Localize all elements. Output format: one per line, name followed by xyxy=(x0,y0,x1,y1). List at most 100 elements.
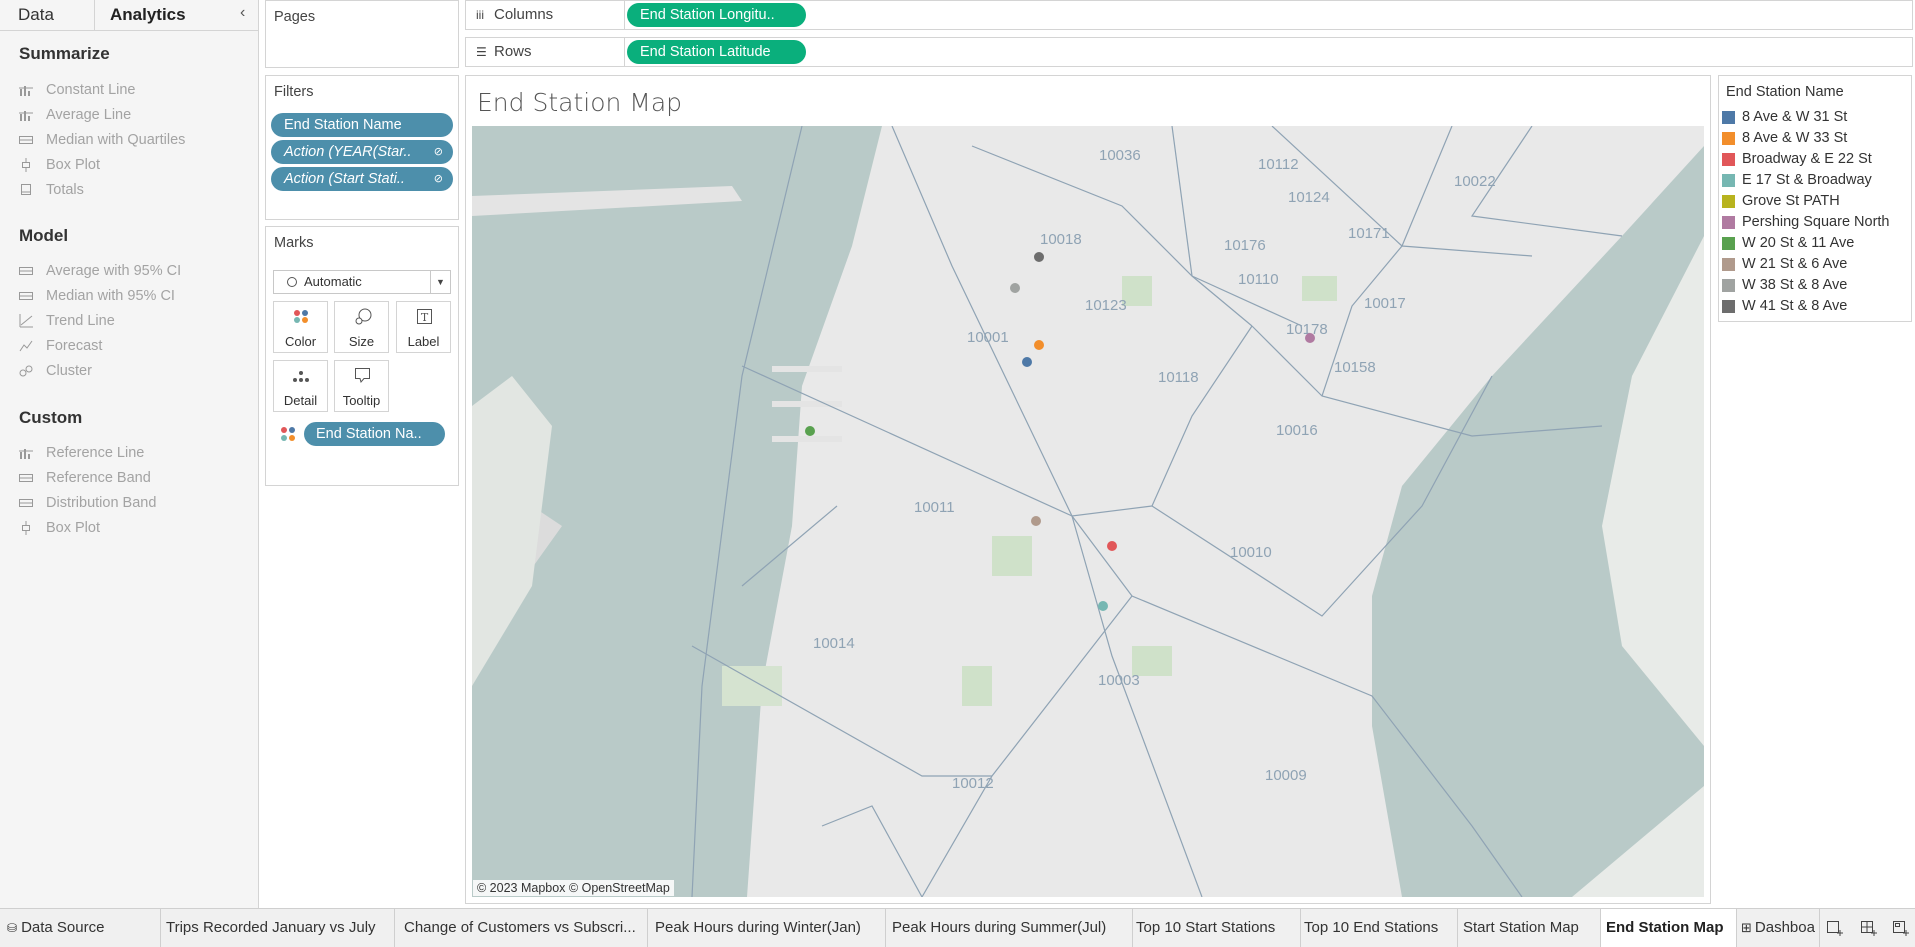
columns-shelf[interactable]: iii Columns End Station Longitu.. xyxy=(465,0,1913,30)
tab-peak-winter[interactable]: Peak Hours during Winter(Jan) xyxy=(648,909,886,947)
pages-shelf[interactable]: Pages xyxy=(265,0,459,68)
station-mark-w-38-st-8-ave[interactable] xyxy=(1010,283,1020,293)
item-label: Box Plot xyxy=(46,157,100,173)
filters-shelf[interactable]: Filters End Station Name Action (YEAR(St… xyxy=(265,75,459,220)
bar-line-icon xyxy=(19,83,33,97)
new-worksheet-icon[interactable] xyxy=(1826,919,1844,937)
color-button[interactable]: Color xyxy=(273,301,328,353)
legend-item[interactable]: 8 Ave & W 31 St xyxy=(1722,107,1847,127)
tab-dashboard[interactable]: ⊞ Dashboa xyxy=(1737,909,1820,947)
zip-label: 10176 xyxy=(1224,237,1266,254)
median-quartiles-item[interactable]: Median with Quartiles xyxy=(19,130,185,150)
zip-label: 10112 xyxy=(1258,156,1299,173)
station-mark-w-20-st-11-ave[interactable] xyxy=(805,426,815,436)
legend-item[interactable]: 8 Ave & W 33 St xyxy=(1722,128,1847,148)
map-canvas[interactable]: 10036 10112 10124 10022 10018 10176 1017… xyxy=(472,126,1704,897)
columns-label: iii Columns xyxy=(476,1,553,29)
park xyxy=(992,536,1032,576)
item-label: Average Line xyxy=(46,107,132,123)
legend-item[interactable]: W 38 St & 8 Ave xyxy=(1722,275,1847,295)
station-mark-broadway-e-22-st[interactable] xyxy=(1107,541,1117,551)
band-icon xyxy=(19,496,33,510)
new-dashboard-icon[interactable] xyxy=(1860,919,1878,937)
tab-start-station-map[interactable]: Start Station Map xyxy=(1458,909,1601,947)
color-pill-end-station-name[interactable]: End Station Na.. xyxy=(304,422,445,446)
shelf-divider xyxy=(624,1,625,29)
svg-text:T: T xyxy=(421,311,429,324)
zip-label: 10171 xyxy=(1348,225,1390,242)
forecast-item[interactable]: Forecast xyxy=(19,336,102,356)
tab-analytics[interactable]: Analytics xyxy=(110,0,186,31)
legend-swatch xyxy=(1722,299,1735,313)
station-mark-pershing-square-north[interactable] xyxy=(1305,333,1315,343)
mark-type-dropdown[interactable]: Automatic ▼ xyxy=(273,270,451,294)
cluster-icon xyxy=(19,364,33,378)
chevron-left-icon[interactable]: ‹ xyxy=(240,4,245,22)
legend-item[interactable]: Grove St PATH xyxy=(1722,191,1840,211)
color-legend: End Station Name 8 Ave & W 31 St 8 Ave & … xyxy=(1718,75,1912,322)
legend-item[interactable]: W 21 St & 6 Ave xyxy=(1722,254,1847,274)
filter-pill-end-station-name[interactable]: End Station Name xyxy=(271,113,453,137)
chevron-down-icon[interactable]: ▼ xyxy=(430,271,450,293)
tab-end-station-map[interactable]: End Station Map xyxy=(1601,909,1737,947)
detail-button[interactable]: Detail xyxy=(273,360,328,412)
filters-title: Filters xyxy=(274,84,314,100)
detail-label: Detail xyxy=(283,393,318,408)
tab-trips-recorded[interactable]: Trips Recorded January vs July xyxy=(161,909,395,947)
station-mark-8-ave-w-31-st[interactable] xyxy=(1022,357,1032,367)
box-plot-item[interactable]: Box Plot xyxy=(19,155,100,175)
zip-label: 10001 xyxy=(967,329,1009,346)
label-button[interactable]: T Label xyxy=(396,301,451,353)
legend-item[interactable]: W 41 St & 8 Ave xyxy=(1722,296,1847,316)
item-label: Forecast xyxy=(46,338,103,354)
legend-swatch xyxy=(1722,131,1735,145)
tab-top10-start[interactable]: Top 10 Start Stations xyxy=(1133,909,1301,947)
new-story-icon[interactable] xyxy=(1892,919,1910,937)
average-ci-item[interactable]: Average with 95% CI xyxy=(19,261,181,281)
legend-item[interactable]: Broadway & E 22 St xyxy=(1722,149,1872,169)
legend-swatch xyxy=(1722,194,1735,208)
distribution-band-item[interactable]: Distribution Band xyxy=(19,493,156,513)
tab-data-source[interactable]: ⛁ Data Source xyxy=(0,909,161,947)
legend-item[interactable]: W 20 St & 11 Ave xyxy=(1722,233,1854,253)
map-view[interactable]: 10036 10112 10124 10022 10018 10176 1017… xyxy=(472,126,1704,897)
station-mark-8-ave-w-33-st[interactable] xyxy=(1034,340,1044,350)
tab-peak-summer[interactable]: Peak Hours during Summer(Jul) xyxy=(886,909,1133,947)
tab-change-customers[interactable]: Change of Customers vs Subscri... xyxy=(395,909,648,947)
tab-top10-end[interactable]: Top 10 End Stations xyxy=(1301,909,1458,947)
average-line-item[interactable]: Average Line xyxy=(19,105,131,125)
reference-line-item[interactable]: Reference Line xyxy=(19,443,144,463)
cluster-item[interactable]: Cluster xyxy=(19,361,92,381)
totals-item[interactable]: Totals xyxy=(19,180,84,200)
filter-pill-action-start-station[interactable]: Action (Start Stati.. ⊘ xyxy=(271,167,453,191)
rows-pill-latitude[interactable]: End Station Latitude xyxy=(627,40,806,64)
station-mark-w-21-st-6-ave[interactable] xyxy=(1031,516,1041,526)
legend-swatch xyxy=(1722,215,1735,229)
custom-box-plot-item[interactable]: Box Plot xyxy=(19,518,100,538)
rows-shelf[interactable]: ☰ Rows End Station Latitude xyxy=(465,37,1913,67)
tooltip-icon xyxy=(335,367,388,385)
tab-data[interactable]: Data xyxy=(18,0,54,31)
size-button[interactable]: Size xyxy=(334,301,389,353)
trend-line-item[interactable]: Trend Line xyxy=(19,311,115,331)
detail-icon xyxy=(274,367,327,385)
legend-item[interactable]: E 17 St & Broadway xyxy=(1722,170,1872,190)
map-attribution[interactable]: © 2023 Mapbox © OpenStreetMap xyxy=(473,880,674,896)
tooltip-label: Tooltip xyxy=(342,393,381,408)
median-ci-item[interactable]: Median with 95% CI xyxy=(19,286,175,306)
zip-label: 10123 xyxy=(1085,297,1127,314)
columns-pill-longitude[interactable]: End Station Longitu.. xyxy=(627,3,806,27)
station-mark-w-41-st-8-ave[interactable] xyxy=(1034,252,1044,262)
filter-pill-action-year[interactable]: Action (YEAR(Star.. ⊘ xyxy=(271,140,453,164)
park xyxy=(1302,276,1337,301)
constant-line-item[interactable]: Constant Line xyxy=(19,80,135,100)
station-mark-e-17-st-broadway[interactable] xyxy=(1098,601,1108,611)
legend-item[interactable]: Pershing Square North xyxy=(1722,212,1890,232)
label-icon: T xyxy=(397,308,450,326)
label-label: Label xyxy=(407,334,440,349)
tooltip-button[interactable]: Tooltip xyxy=(334,360,389,412)
tab-label: Dashboa xyxy=(1754,919,1815,936)
reference-band-item[interactable]: Reference Band xyxy=(19,468,151,488)
zip-label: 10110 xyxy=(1238,271,1279,288)
shelf-divider xyxy=(624,38,625,66)
